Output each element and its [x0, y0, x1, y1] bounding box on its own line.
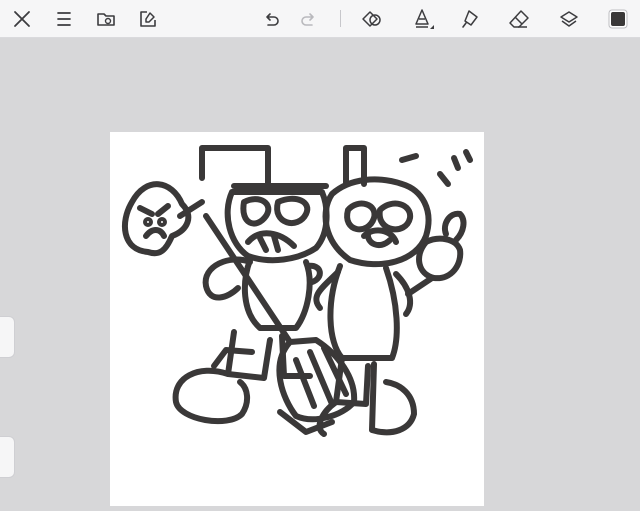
gallery-folder-icon	[97, 13, 115, 26]
drawing-canvas[interactable]	[110, 132, 484, 506]
eraser-button[interactable]	[504, 4, 534, 34]
eraser-icon	[509, 10, 529, 28]
fill-bucket-icon	[462, 10, 478, 28]
color-swatch-button[interactable]	[603, 4, 633, 34]
canvas-actions-icon	[140, 11, 156, 27]
redo-icon	[301, 13, 314, 26]
redo-button[interactable]	[294, 4, 324, 34]
pen-tool-icon	[415, 9, 434, 29]
gallery-button[interactable]	[91, 4, 121, 34]
brush-size-slider-handle[interactable]	[0, 316, 15, 358]
pen-tool-button[interactable]	[407, 4, 437, 34]
undo-button[interactable]	[256, 4, 286, 34]
close-button[interactable]	[7, 4, 37, 34]
fill-button[interactable]	[455, 4, 485, 34]
menu-icon	[57, 12, 71, 26]
top-toolbar	[0, 0, 640, 38]
shapes-icon	[362, 11, 381, 27]
canvas-actions-button[interactable]	[133, 4, 163, 34]
menu-button[interactable]	[49, 4, 79, 34]
doodle-artwork	[122, 145, 473, 437]
shapes-button[interactable]	[357, 4, 387, 34]
close-icon	[14, 11, 30, 27]
undo-icon	[266, 13, 279, 26]
color-swatch	[608, 9, 628, 29]
layers-button[interactable]	[554, 4, 584, 34]
toolbar-divider	[340, 10, 341, 27]
layers-icon	[560, 11, 578, 27]
opacity-slider-handle[interactable]	[0, 436, 15, 478]
